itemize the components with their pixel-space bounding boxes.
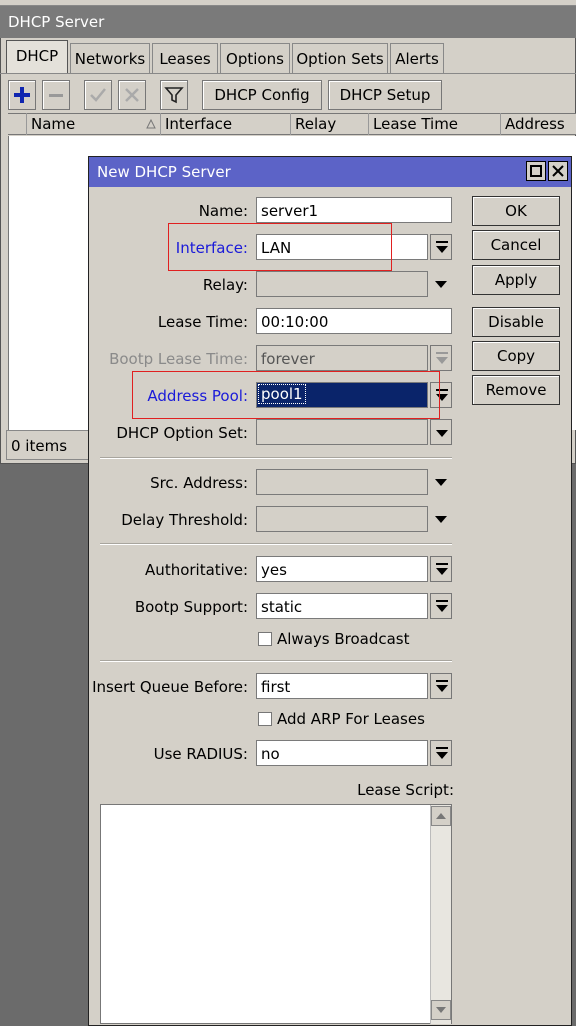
check-icon: [90, 88, 106, 102]
always-broadcast-checkbox[interactable]: [258, 632, 272, 646]
column-address-pool[interactable]: Address P: [500, 113, 576, 151]
bootp-lease-time-label: Bootp Lease Time:: [109, 350, 248, 368]
address-pool-highlight: [132, 371, 440, 419]
dialog-title: New DHCP Server: [89, 157, 571, 187]
tab-networks[interactable]: Networks: [70, 43, 150, 73]
authoritative-dropdown[interactable]: [430, 556, 452, 582]
lease-time-field[interactable]: 00:10:00: [256, 308, 452, 334]
sort-icon: [146, 119, 156, 129]
delay-threshold-field[interactable]: [256, 506, 428, 532]
relay-field[interactable]: [256, 271, 428, 297]
maximize-button[interactable]: [526, 161, 546, 181]
src-address-label: Src. Address:: [150, 474, 248, 492]
close-button[interactable]: [548, 161, 568, 181]
cancel-button[interactable]: Cancel: [472, 230, 560, 260]
authoritative-field[interactable]: yes: [256, 556, 428, 582]
use-radius-dropdown[interactable]: [430, 740, 452, 766]
scroll-down-button[interactable]: [431, 1000, 451, 1020]
column-lease-time[interactable]: Lease Time: [368, 113, 500, 135]
section-divider: [100, 660, 452, 662]
tab-options[interactable]: Options: [220, 43, 290, 73]
dhcp-option-set-dropdown[interactable]: [430, 419, 452, 445]
relay-dropdown[interactable]: [430, 271, 452, 297]
scroll-up-button[interactable]: [431, 806, 451, 826]
authoritative-label: Authoritative:: [145, 561, 248, 579]
src-address-dropdown[interactable]: [430, 469, 452, 495]
section-divider: [100, 543, 452, 545]
use-radius-field[interactable]: no: [256, 740, 428, 766]
insert-queue-before-label: Insert Queue Before:: [92, 678, 248, 696]
remove-button[interactable]: [42, 80, 70, 110]
name-field[interactable]: server1: [256, 197, 452, 223]
column-name[interactable]: Name: [26, 113, 160, 135]
section-divider: [100, 457, 452, 459]
bootp-lease-time-dropdown[interactable]: [430, 345, 452, 371]
bootp-support-field[interactable]: static: [256, 593, 428, 619]
src-address-field[interactable]: [256, 469, 428, 495]
dhcp-config-button[interactable]: DHCP Config: [202, 80, 322, 110]
column-name-label: Name: [31, 115, 76, 133]
column-relay[interactable]: Relay: [290, 113, 368, 135]
interface-dropdown[interactable]: [430, 234, 452, 260]
disable-button[interactable]: [118, 80, 146, 110]
window-title: DHCP Server: [0, 6, 576, 38]
interface-highlight: [168, 223, 392, 271]
add-arp-label: Add ARP For Leases: [277, 710, 425, 728]
lease-script-scrollbar[interactable]: [430, 805, 451, 1024]
cross-icon: [125, 88, 139, 102]
delay-threshold-dropdown[interactable]: [430, 506, 452, 532]
name-label: Name:: [198, 202, 248, 220]
dhcp-option-set-label: DHCP Option Set:: [116, 424, 248, 442]
delay-threshold-label: Delay Threshold:: [121, 511, 248, 529]
enable-button[interactable]: [84, 80, 112, 110]
remove-button[interactable]: Remove: [472, 375, 560, 405]
ok-button[interactable]: OK: [472, 196, 560, 226]
use-radius-label: Use RADIUS:: [153, 745, 248, 763]
scroll-down-icon: [436, 1007, 446, 1013]
minus-icon: [49, 94, 63, 97]
relay-label: Relay:: [202, 276, 248, 294]
lease-time-label: Lease Time:: [157, 313, 248, 331]
apply-button[interactable]: Apply: [472, 265, 560, 295]
bootp-support-dropdown[interactable]: [430, 593, 452, 619]
lease-script-textarea[interactable]: [100, 804, 452, 1024]
tab-leases[interactable]: Leases: [152, 43, 218, 73]
add-button[interactable]: [8, 80, 36, 110]
dhcp-setup-button[interactable]: DHCP Setup: [328, 80, 442, 110]
disable-button[interactable]: Disable: [472, 307, 560, 337]
tab-divider: [0, 73, 576, 74]
tab-option-sets[interactable]: Option Sets: [292, 43, 388, 73]
lease-script-label: Lease Script:: [357, 781, 454, 799]
filter-button[interactable]: [160, 80, 188, 110]
insert-queue-before-field[interactable]: first: [256, 673, 428, 699]
scroll-up-icon: [436, 813, 446, 819]
dhcp-option-set-field[interactable]: [256, 419, 428, 445]
insert-queue-before-dropdown[interactable]: [430, 673, 452, 699]
tab-dhcp[interactable]: DHCP: [6, 40, 68, 74]
bootp-lease-time-field[interactable]: forever: [256, 345, 428, 371]
plus-icon: [14, 87, 30, 103]
bootp-support-label: Bootp Support:: [134, 598, 248, 616]
always-broadcast-label: Always Broadcast: [277, 630, 410, 648]
maximize-icon: [530, 165, 542, 177]
add-arp-checkbox[interactable]: [258, 712, 272, 726]
column-interface[interactable]: Interface: [160, 113, 290, 135]
copy-button[interactable]: Copy: [472, 341, 560, 371]
close-icon: [552, 165, 564, 177]
filter-icon: [164, 87, 184, 104]
tab-alerts[interactable]: Alerts: [390, 43, 444, 73]
